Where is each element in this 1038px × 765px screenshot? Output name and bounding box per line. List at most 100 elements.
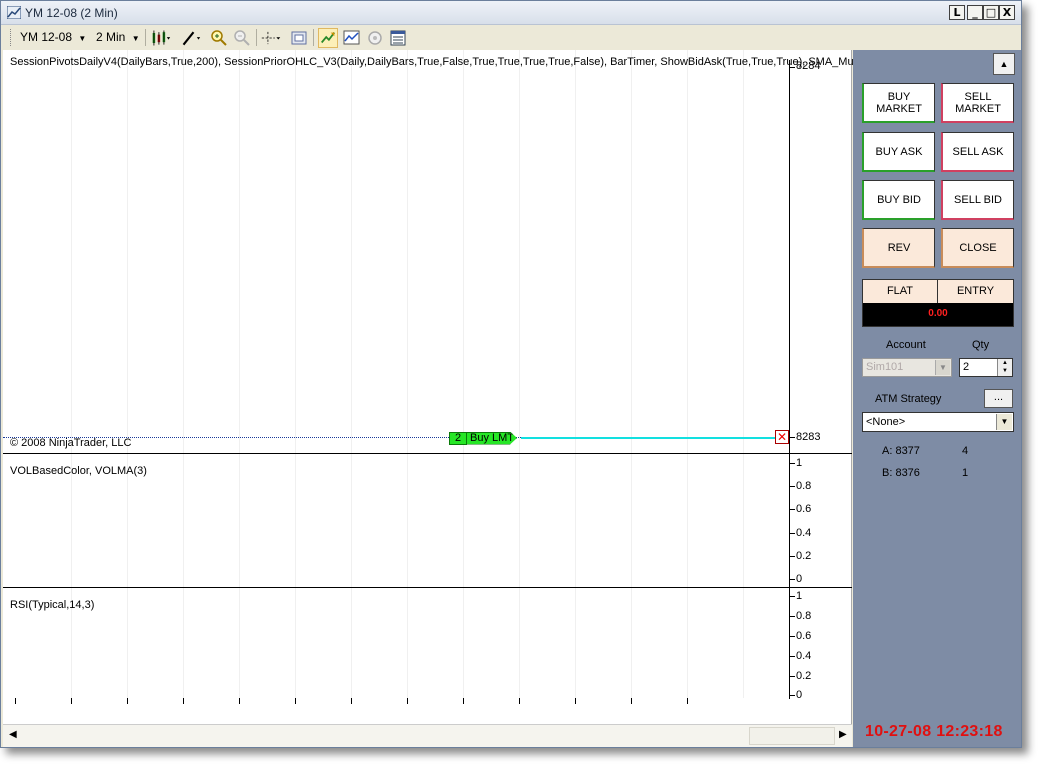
atm-strategy-select[interactable]: <None> ▼ <box>862 412 1014 432</box>
time-axis-tick <box>463 698 464 704</box>
rsi-axis-label: 0.4 <box>796 650 812 662</box>
account-label: Account <box>886 339 926 351</box>
order-quantity[interactable]: 2 <box>449 431 467 445</box>
ask-size: 4 <box>962 445 969 457</box>
qty-label: Qty <box>972 339 990 351</box>
position-pnl: 0.00 <box>863 303 1013 326</box>
scroll-right-icon[interactable]: ▶ <box>839 729 847 740</box>
time-axis-tick <box>71 698 72 704</box>
order-line[interactable] <box>521 437 775 439</box>
properties-icon[interactable] <box>388 28 408 48</box>
horizontal-scrollbar[interactable]: ◀ ▶ <box>3 724 852 747</box>
collapse-panel-button[interactable]: ▲ <box>993 53 1015 75</box>
window-title: YM 12-08 (2 Min) <box>25 6 118 20</box>
instrument-selector[interactable]: YM 12-08 ▼ <box>20 30 86 44</box>
buy-ask-button[interactable]: BUY ASK <box>862 132 935 172</box>
axis-tick <box>789 533 795 534</box>
panel-divider[interactable] <box>3 453 852 454</box>
rsi-axis-label: 0 <box>796 689 803 701</box>
link-button[interactable]: L <box>949 5 965 20</box>
buy-market-button[interactable]: BUY MARKET <box>862 83 935 123</box>
price-axis-tick <box>789 437 795 438</box>
rsi-axis-label: 1 <box>796 590 803 602</box>
axis-tick <box>789 656 795 657</box>
reverse-button[interactable]: REV <box>862 228 935 268</box>
sell-market-button[interactable]: SELL MARKET <box>941 83 1014 123</box>
rsi-axis-label: 0.6 <box>796 630 812 642</box>
volume-axis-label: 0 <box>796 573 803 585</box>
chart-window: YM 12-08 (2 Min) L _ □ X YM 12-08 ▼ 2 Mi… <box>0 0 1022 748</box>
close-position-button[interactable]: CLOSE <box>941 228 1014 268</box>
buy-bid-button[interactable]: BUY BID <box>862 180 935 220</box>
buy-market-label: BUY MARKET <box>876 90 922 115</box>
close-button[interactable]: X <box>999 5 1015 20</box>
chart-trader-icon[interactable] <box>318 28 338 48</box>
toolbar-separator <box>256 29 257 46</box>
zoom-in-icon[interactable] <box>209 28 229 48</box>
axis-tick <box>789 695 795 696</box>
time-axis-tick <box>575 698 576 704</box>
time-axis-tick <box>15 698 16 704</box>
atm-strategy-options-button[interactable]: ... <box>984 389 1013 408</box>
maximize-button[interactable]: □ <box>983 5 999 20</box>
grid-line <box>631 50 632 698</box>
chevron-up-icon: ▲ <box>999 59 1009 69</box>
axis-tick <box>789 556 795 557</box>
timestamp-clock: 10-27-08 12:23:18 <box>865 723 1003 740</box>
order-type-label[interactable]: Buy LMT <box>467 431 517 445</box>
qty-value: 2 <box>963 361 970 373</box>
grid-line <box>183 50 184 698</box>
grid-line <box>295 50 296 698</box>
volume-panel-indicators: VOLBasedColor, VOLMA(3) <box>10 465 147 477</box>
toolbar-separator <box>145 29 146 46</box>
spin-arrows-icon[interactable]: ▲ ▼ <box>997 359 1012 376</box>
sell-bid-button[interactable]: SELL BID <box>941 180 1014 220</box>
time-axis-tick <box>127 698 128 704</box>
rsi-axis <box>789 588 790 699</box>
snapshot-icon[interactable] <box>289 28 309 48</box>
volume-axis-label: 0.4 <box>796 527 812 539</box>
scroll-left-icon[interactable]: ◀ <box>9 729 17 740</box>
time-axis-tick <box>183 698 184 704</box>
bar-style-icon[interactable] <box>151 28 171 48</box>
volume-axis-label: 0.2 <box>796 550 812 562</box>
minimize-button[interactable]: _ <box>967 5 983 20</box>
instrument-label: YM 12-08 <box>20 30 73 44</box>
axis-tick <box>789 486 795 487</box>
indicators-icon[interactable] <box>342 28 362 48</box>
draw-pen-icon[interactable] <box>181 28 201 48</box>
strategies-icon[interactable] <box>365 28 385 48</box>
sell-ask-button[interactable]: SELL ASK <box>941 132 1014 172</box>
toolbar: YM 12-08 ▼ 2 Min ▼ <box>1 25 1021 50</box>
time-axis-tick <box>239 698 240 704</box>
panel-divider[interactable] <box>3 587 852 588</box>
buy-limit-order-marker[interactable]: 2 Buy LMT <box>449 431 517 445</box>
crosshair-icon[interactable] <box>261 28 281 48</box>
position-display: FLAT ENTRY 0.00 <box>862 279 1014 327</box>
axis-tick <box>789 463 795 464</box>
price-axis-label-order: 8283 <box>796 431 821 443</box>
copyright-text: © 2008 NinjaTrader, LLC <box>10 437 132 449</box>
chart-trader-panel: ▲ BUY MARKET SELL MARKET BUY ASK SELL AS… <box>853 50 1021 747</box>
time-axis-tick <box>407 698 408 704</box>
chevron-down-icon: ▼ <box>996 414 1012 430</box>
time-axis-tick <box>687 698 688 704</box>
grid-line <box>351 50 352 698</box>
chevron-down-icon: ▼ <box>935 360 950 375</box>
chart-canvas[interactable]: SessionPivotsDailyV4(DailyBars,True,200)… <box>3 50 855 724</box>
volume-axis-label: 0.6 <box>796 503 812 515</box>
price-panel-indicators: SessionPivotsDailyV4(DailyBars,True,200)… <box>10 56 855 68</box>
interval-selector[interactable]: 2 Min ▼ <box>96 30 140 44</box>
toolbar-grip[interactable] <box>10 29 12 46</box>
zoom-out-icon[interactable] <box>232 28 252 48</box>
cancel-order-icon[interactable]: ✕ <box>775 430 789 444</box>
title-bar[interactable]: YM 12-08 (2 Min) L _ □ X <box>1 1 1021 25</box>
scroll-thumb[interactable] <box>749 727 835 745</box>
price-axis-label-top: 8284 <box>796 60 821 72</box>
grid-line <box>127 50 128 698</box>
volume-axis <box>789 454 790 587</box>
quantity-stepper[interactable]: 2 ▲ ▼ <box>959 358 1013 377</box>
account-select[interactable]: Sim101 ▼ <box>862 358 952 377</box>
bid-price: B: 8376 <box>882 467 920 479</box>
axis-tick <box>789 636 795 637</box>
